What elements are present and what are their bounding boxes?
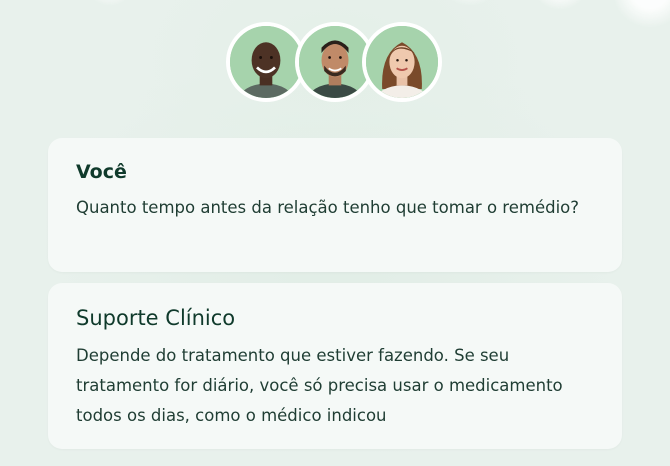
message-text: Quanto tempo antes da relação tenho que … (76, 198, 580, 217)
avatar (226, 22, 306, 102)
avatar (362, 22, 442, 102)
person-avatar-icon (299, 26, 371, 98)
message-text: Depende do tratamento que estiver fazend… (76, 346, 563, 425)
support-team-avatars (0, 22, 670, 112)
message-sender: Você (76, 161, 127, 183)
chat-message-support: Suporte Clínico Depende do tratamento qu… (48, 283, 622, 449)
person-avatar-icon (366, 26, 438, 98)
message-sender: Suporte Clínico (76, 306, 236, 330)
person-avatar-icon (230, 26, 302, 98)
chat-message-user: Você Quanto tempo antes da relação tenho… (48, 138, 622, 272)
